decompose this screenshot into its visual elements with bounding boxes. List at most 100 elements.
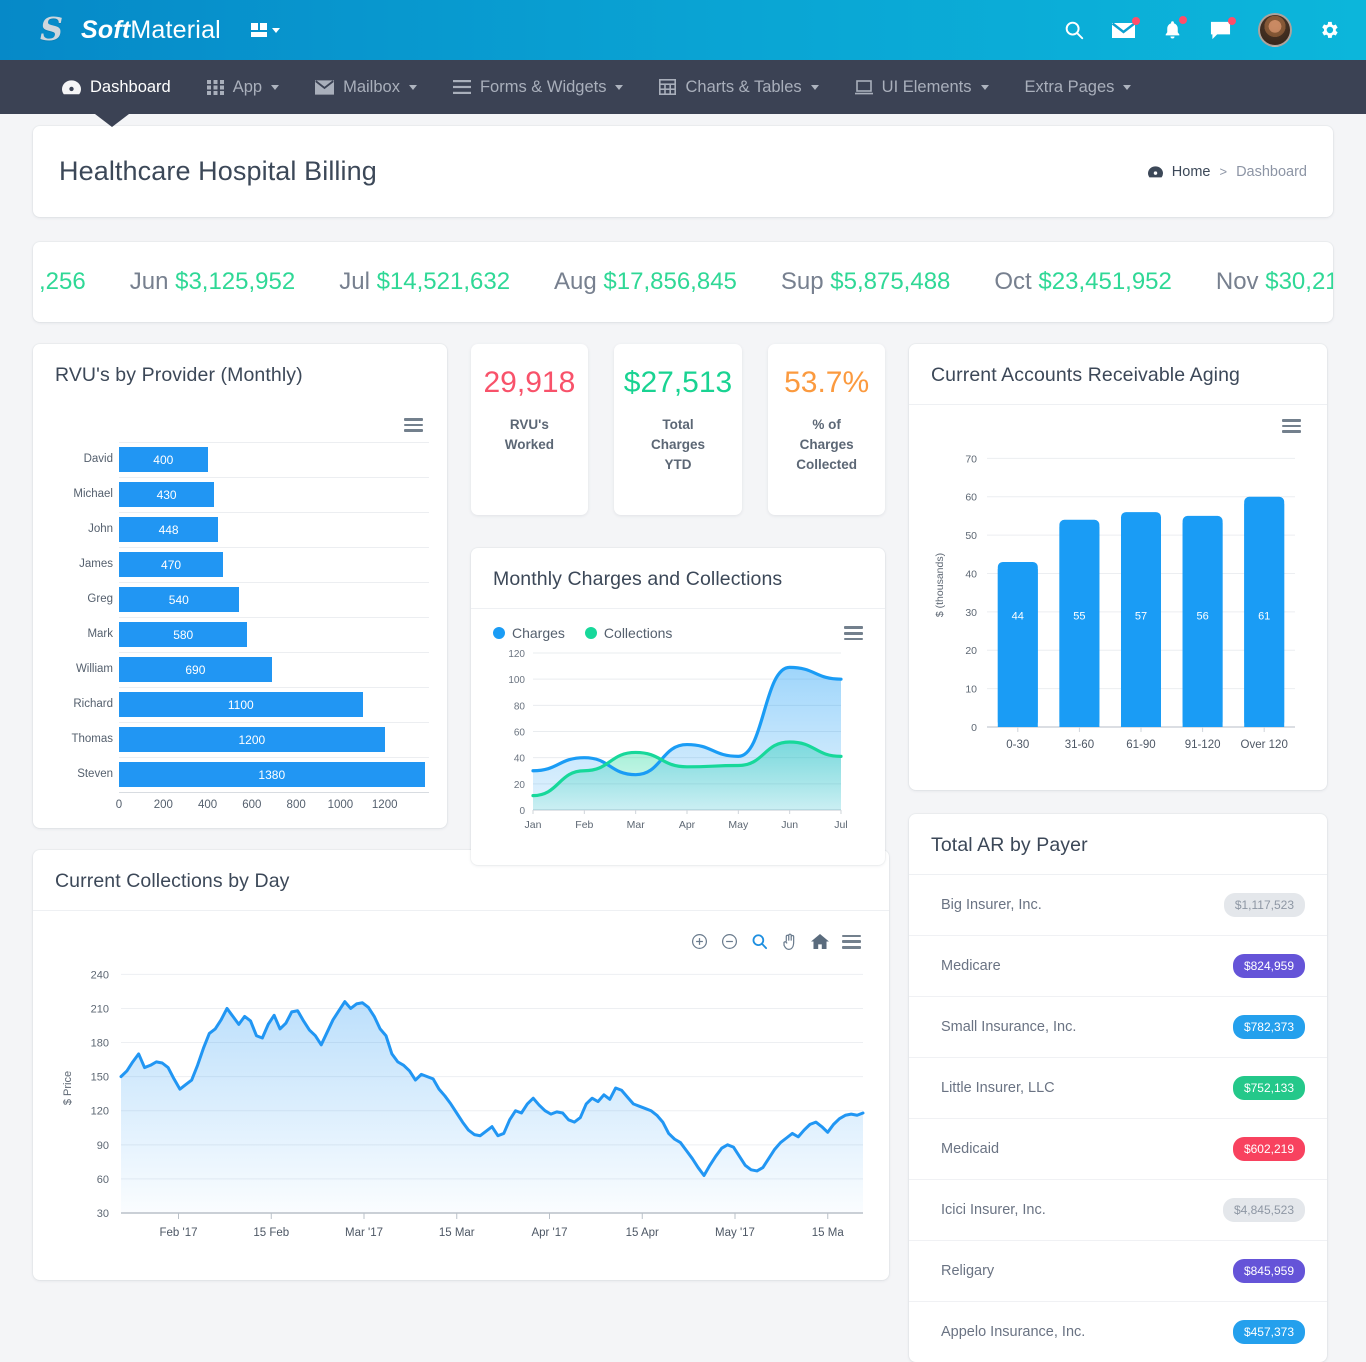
chevron-down-icon (810, 84, 819, 90)
legend-item-charges[interactable]: Charges (493, 625, 565, 641)
grid-toggle-button[interactable] (250, 23, 280, 37)
rvu-axis-tick: 200 (153, 798, 173, 811)
svg-text:Apr '17: Apr '17 (531, 1227, 567, 1239)
rvu-by-provider-card: RVU's by Provider (Monthly) David 400 Mich… (33, 344, 447, 828)
ticker-value: $3,125,952 (175, 268, 296, 295)
rvu-bar-label: Greg (87, 593, 113, 606)
svg-text:100: 100 (508, 675, 525, 686)
timeseries-plot: 30 60 90 120 150 180 210 240 $ Price Feb '17 15 Fe… (49, 955, 873, 1260)
ticker-value: $30,215,684 (1265, 268, 1333, 295)
search-icon[interactable] (1063, 19, 1085, 41)
rvu-bar[interactable]: 448 (119, 517, 219, 543)
svg-text:60: 60 (97, 1174, 109, 1186)
svg-text:90: 90 (97, 1140, 109, 1152)
nav-item-ui-elements[interactable]: UI Elements (837, 60, 1007, 114)
svg-text:60: 60 (965, 492, 977, 504)
rvu-axis-tick: 1000 (327, 798, 354, 811)
payer-row[interactable]: Little Insurer, LLC $752,133 (909, 1058, 1327, 1119)
rvu-bar-label: Steven (77, 768, 113, 781)
rvu-bar[interactable]: 1100 (119, 692, 363, 718)
ticker-month: Jul (339, 268, 370, 295)
payer-row[interactable]: Religary $845,959 (909, 1241, 1327, 1302)
apps-grid-icon (250, 23, 267, 37)
rvu-chart: David 400 Michael 430 John 448 James 470 Greg 540… (33, 404, 447, 828)
rvu-bar[interactable]: 1380 (119, 762, 425, 788)
svg-text:Feb '17: Feb '17 (160, 1227, 198, 1239)
svg-text:Mar '17: Mar '17 (345, 1227, 383, 1239)
payer-row[interactable]: Small Insurance, Inc. $782,373 (909, 997, 1327, 1058)
legend-label: Charges (512, 625, 565, 642)
svg-text:57: 57 (1135, 610, 1147, 622)
chart-menu-icon[interactable] (842, 934, 861, 949)
nav-item-forms-widgets[interactable]: Forms & Widgets (435, 60, 642, 114)
legend-item-collections[interactable]: Collections (584, 625, 672, 641)
zoom-in-icon[interactable] (691, 933, 708, 950)
rvu-bar[interactable]: 470 (119, 552, 224, 578)
svg-text:May '17: May '17 (715, 1227, 755, 1239)
rvu-bar-label: John (88, 523, 113, 536)
bell-icon[interactable] (1162, 16, 1187, 41)
svg-text:40: 40 (965, 568, 977, 580)
selection-zoom-icon[interactable] (751, 933, 768, 950)
revenue-ticker: ,256 Jun $3,125,952 Jul $14,521,632 Aug … (33, 242, 1333, 322)
chat-icon[interactable] (1209, 16, 1236, 41)
payer-name: Big Insurer, Inc. (941, 896, 1042, 913)
avatar[interactable] (1258, 13, 1292, 47)
nav-item-app[interactable]: App (189, 60, 297, 114)
rvu-bar[interactable]: 430 (119, 482, 215, 508)
rvu-bar[interactable]: 690 (119, 657, 272, 683)
ticker-month: Nov (1215, 268, 1259, 295)
ticker-item: Sup $5,875,488 (781, 268, 951, 296)
svg-text:Jul: Jul (834, 819, 847, 831)
rvu-bar[interactable]: 580 (119, 622, 248, 648)
stat-label: Total Charges YTD (650, 416, 706, 473)
payer-row[interactable]: Medicaid $602,219 (909, 1119, 1327, 1180)
payer-name: Appelo Insurance, Inc. (941, 1323, 1086, 1340)
brand-name-light: Material (130, 15, 221, 44)
nav-label: Dashboard (90, 77, 171, 96)
svg-text:40: 40 (514, 754, 526, 765)
payer-row[interactable]: Appelo Insurance, Inc. $457,373 (909, 1302, 1327, 1362)
payer-amount-badge: $4,845,523 (1222, 1197, 1305, 1222)
current-collections-by-day-card: Current Collections by Day 30 60 90 120 150 1… (33, 849, 889, 1280)
rvu-bar[interactable]: 540 (119, 587, 239, 613)
svg-text:44: 44 (1012, 610, 1024, 622)
payer-row[interactable]: Medicare $824,959 (909, 936, 1327, 997)
svg-text:30: 30 (97, 1208, 109, 1220)
chart-menu-icon[interactable] (404, 418, 423, 432)
breadcrumb-home[interactable]: Home (1172, 164, 1211, 180)
payer-amount-badge: $602,219 (1232, 1136, 1305, 1161)
rvu-bar-label: Richard (73, 698, 113, 711)
svg-text:Apr: Apr (679, 819, 696, 831)
ticker-item: Jul $14,521,632 (339, 268, 510, 296)
nav-item-mailbox[interactable]: Mailbox (297, 60, 435, 114)
rvu-bar-label: William (75, 663, 113, 676)
home-reset-icon[interactable] (811, 933, 829, 950)
rvu-bar[interactable]: 1200 (119, 727, 385, 753)
legend-marker (584, 627, 597, 640)
nav-item-charts-tables[interactable]: Charts & Tables (641, 60, 836, 114)
svg-text:Feb: Feb (575, 819, 593, 831)
payer-amount-badge: $845,959 (1232, 1258, 1305, 1283)
svg-text:$ (thousands): $ (thousands) (934, 553, 946, 617)
chat-badge-dot (1228, 16, 1236, 25)
pan-icon[interactable] (781, 933, 798, 951)
chevron-down-icon (271, 84, 280, 90)
rvu-bar-row: Michael 430 (73, 476, 429, 512)
rvu-bar[interactable]: 400 (119, 447, 208, 473)
payer-row[interactable]: Big Insurer, Inc. $1,117,523 (909, 875, 1327, 936)
chart-menu-icon[interactable] (844, 626, 863, 641)
ticker-item: Oct $23,451,952 (994, 268, 1171, 296)
nav-item-dashboard[interactable]: Dashboard (44, 60, 189, 114)
gear-icon[interactable] (1318, 19, 1340, 41)
payer-row[interactable]: Icici Insurer, Inc. $4,845,523 (909, 1180, 1327, 1241)
chevron-down-icon (1123, 84, 1132, 90)
rvu-axis-tick: 400 (197, 798, 218, 811)
svg-text:15 Apr: 15 Apr (626, 1227, 659, 1239)
nav-label: Extra Pages (1024, 77, 1115, 96)
nav-item-extra-pages[interactable]: Extra Pages (1007, 60, 1150, 114)
mail-icon[interactable] (1111, 17, 1140, 40)
brand[interactable]: S SoftMaterial (40, 13, 221, 46)
chart-menu-icon[interactable] (1282, 419, 1301, 433)
zoom-out-icon[interactable] (721, 933, 738, 950)
